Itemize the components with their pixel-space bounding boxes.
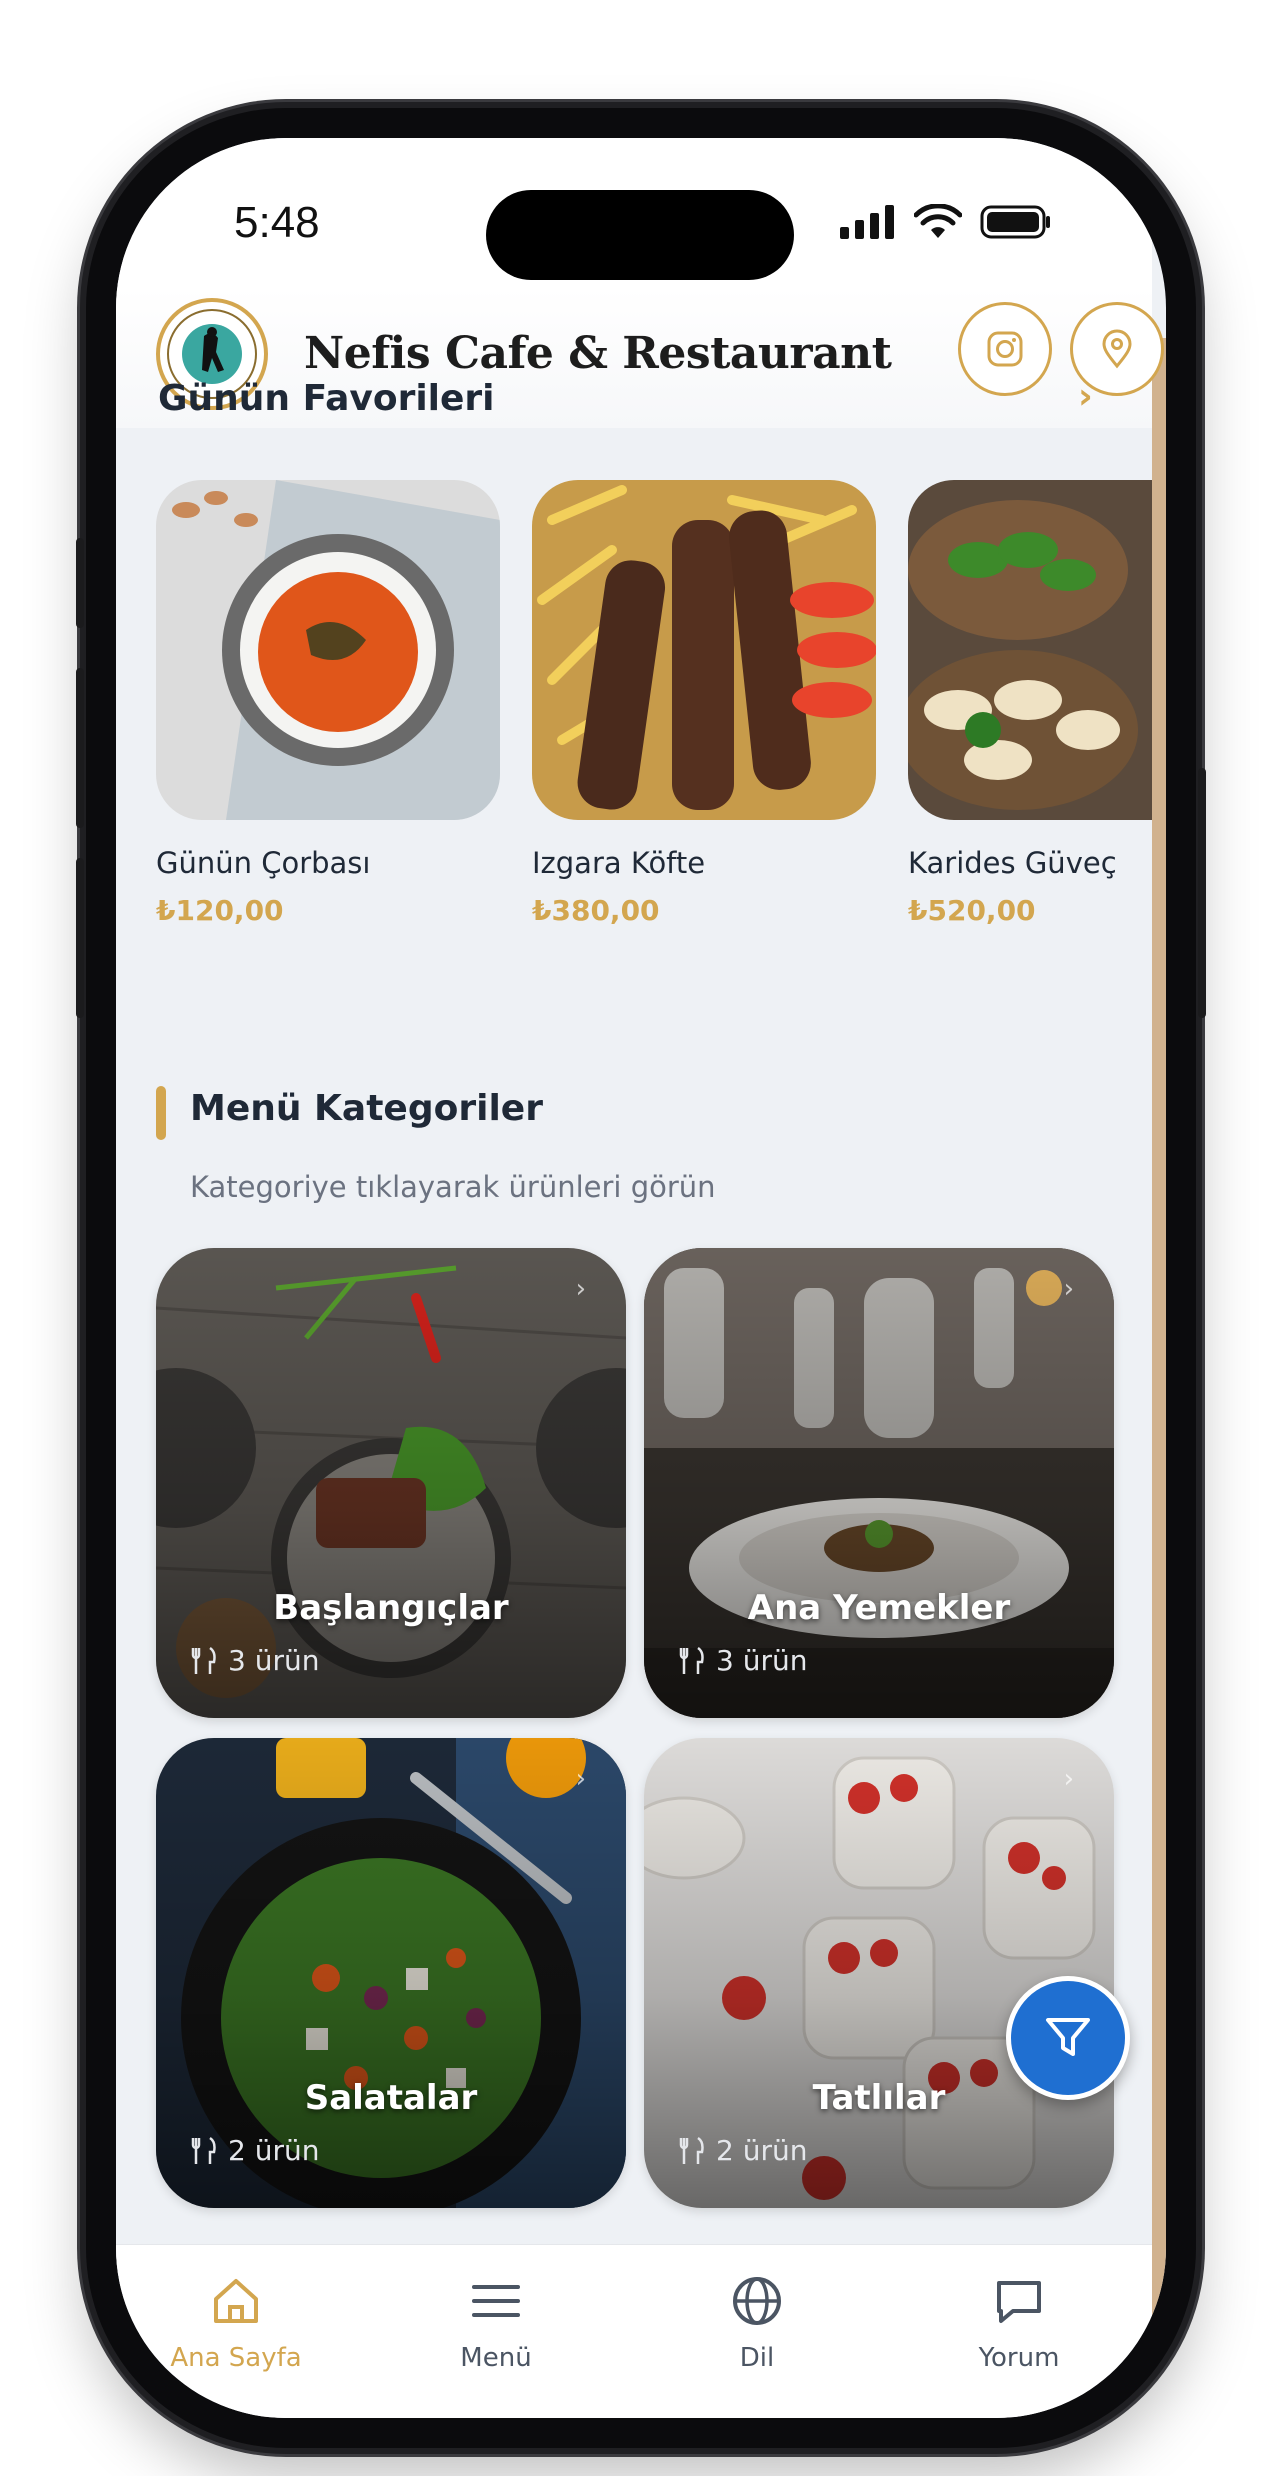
favorite-name: Izgara Köfte <box>532 846 706 880</box>
status-bar: 5:48 <box>116 138 1152 288</box>
nav-label-home: Ana Sayfa <box>170 2343 302 2373</box>
nav-item-language[interactable]: Dil <box>657 2273 857 2373</box>
wifi-icon <box>914 204 962 238</box>
section-accent-bar <box>156 1086 166 1140</box>
category-count-text: 2 ürün <box>228 2134 320 2167</box>
favorite-price: ₺520,00 <box>908 894 1036 927</box>
edge-strip <box>1152 338 1166 2328</box>
instagram-button[interactable] <box>958 302 1052 396</box>
favorite-card[interactable]: Izgara Köfte ₺380,00 <box>532 480 876 927</box>
favorite-name: Karides Güveç <box>908 846 1117 880</box>
nav-item-menu[interactable]: Menü <box>396 2273 596 2373</box>
category-name: Başlangıçlar <box>273 1588 509 1628</box>
chevron-right-icon: › <box>575 1764 586 1794</box>
volume-up-button <box>76 668 84 828</box>
favorite-card[interactable]: Günün Çorbası ₺120,00 <box>156 480 500 927</box>
filter-icon <box>1046 2018 1090 2056</box>
filter-button[interactable] <box>1006 1976 1130 2100</box>
instagram-icon <box>987 331 1023 367</box>
favorites-see-all-chevron[interactable]: › <box>1078 376 1093 417</box>
phone-frame: 5:48 Nefis Cafe & Restaurant Günün Favor… <box>76 108 1206 2448</box>
favorite-price: ₺120,00 <box>156 894 284 927</box>
category-count: 2 ürün <box>678 2134 807 2167</box>
favorite-image-kofte <box>532 480 876 820</box>
category-card-ana-yemekler[interactable]: › Ana Yemekler 3 ürün <box>644 1248 1114 1718</box>
category-name: Salatalar <box>304 2078 478 2118</box>
favorite-image-dumplings <box>908 480 1152 820</box>
nav-label-menu: Menü <box>460 2343 532 2373</box>
chevron-right-icon: › <box>1063 1274 1074 1304</box>
bottom-navigation: Ana Sayfa Menü Dil Yorum <box>116 2244 1152 2418</box>
restaurant-name: Nefis Cafe & Restaurant <box>304 328 892 379</box>
cutlery-icon <box>191 1646 216 1674</box>
menu-icon <box>472 2285 520 2317</box>
category-count-text: 3 ürün <box>716 1644 808 1677</box>
favorite-name: Günün Çorbası <box>156 846 371 880</box>
categories-subtitle: Kategoriye tıklayarak ürünleri görün <box>190 1170 716 1204</box>
mute-switch <box>76 538 84 628</box>
cutlery-icon <box>679 1646 704 1674</box>
categories-title: Menü Kategoriler <box>190 1088 543 1129</box>
favorite-card[interactable]: Karides Güveç ₺520,00 <box>908 480 1152 927</box>
location-pin-icon <box>1102 329 1132 369</box>
category-count: 3 ürün <box>190 1644 319 1677</box>
home-icon <box>214 2279 258 2323</box>
globe-icon <box>733 2277 781 2325</box>
cutlery-icon <box>679 2136 704 2164</box>
category-card-salatalar[interactable]: › Salatalar 2 ürün <box>156 1738 626 2208</box>
dynamic-island <box>486 190 794 280</box>
category-card-baslangiclar[interactable]: › Başlangıçlar 3 ürün <box>156 1248 626 1718</box>
battery-icon <box>980 205 1050 239</box>
nav-label-language: Dil <box>739 2343 775 2373</box>
app-screen: 5:48 Nefis Cafe & Restaurant Günün Favor… <box>116 138 1166 2418</box>
chevron-right-icon: › <box>1063 1764 1074 1794</box>
volume-down-button <box>76 858 84 1018</box>
chat-icon <box>997 2281 1041 2323</box>
cellular-signal-icon <box>840 205 894 239</box>
chevron-right-icon: › <box>575 1274 586 1304</box>
nav-label-review: Yorum <box>978 2343 1060 2373</box>
cutlery-icon <box>191 2136 216 2164</box>
favorite-price: ₺380,00 <box>532 894 660 927</box>
category-card-tatlilar[interactable]: › Tatlılar 2 ürün <box>644 1738 1114 2208</box>
power-button <box>1198 768 1206 1018</box>
favorite-image-soup <box>156 480 500 820</box>
favorites-title: Günün Favorileri <box>158 378 495 419</box>
status-time: 5:48 <box>234 198 320 247</box>
category-name: Ana Yemekler <box>747 1588 1011 1628</box>
category-count-text: 3 ürün <box>228 1644 320 1677</box>
nav-item-review[interactable]: Yorum <box>919 2273 1119 2373</box>
category-count-text: 2 ürün <box>716 2134 808 2167</box>
category-count: 2 ürün <box>190 2134 319 2167</box>
category-count: 3 ürün <box>678 1644 807 1677</box>
nav-item-home[interactable]: Ana Sayfa <box>136 2273 336 2373</box>
